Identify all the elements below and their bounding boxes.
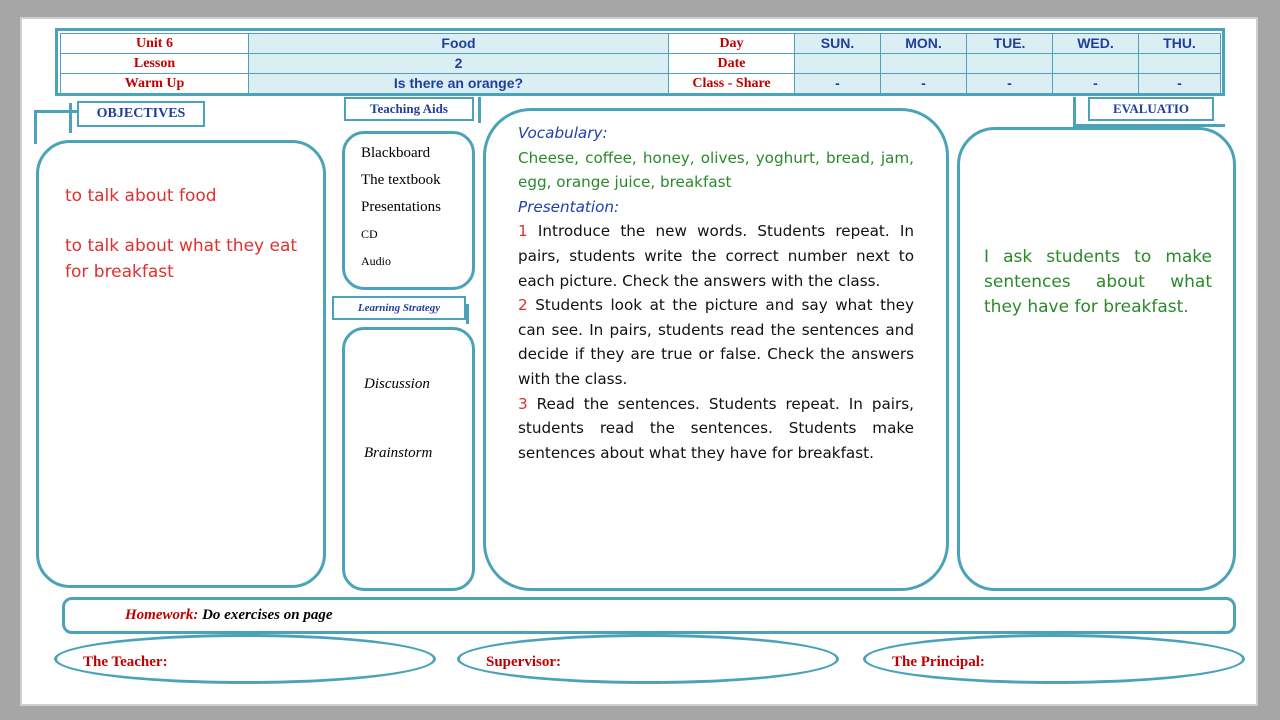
day-label: Day xyxy=(668,33,795,54)
strategy-item: Brainstorm xyxy=(364,445,433,461)
homework-bar: Homework: Do exercises on page xyxy=(62,597,1236,634)
presentation-heading: Presentation: xyxy=(518,197,620,216)
aid-item: CD xyxy=(361,227,378,241)
step-number: 3 xyxy=(518,394,528,413)
presentation-step: 3 Read the sentences. Students repeat. I… xyxy=(518,392,914,466)
objectives-connector xyxy=(69,103,72,133)
date-cell[interactable] xyxy=(880,53,967,74)
step-text: Students look at the picture and say wha… xyxy=(518,296,915,388)
step-number: 2 xyxy=(518,296,528,315)
learning-strategy-title: Learning Strategy xyxy=(332,296,466,320)
presentation-step: 2 Students look at the picture and say w… xyxy=(518,293,914,391)
day-wed: WED. xyxy=(1052,33,1139,54)
evaluation-title: EVALUATIO xyxy=(1088,97,1214,121)
presentation-step: 1 Introduce the new words. Students repe… xyxy=(518,219,914,293)
warmup-value: Is there an orange? xyxy=(248,73,669,94)
share-cell: - xyxy=(794,73,881,94)
strategy-connector xyxy=(466,304,469,324)
lesson-plan-page: Unit 6 Food Day SUN. MON. TUE. WED. THU.… xyxy=(20,17,1258,706)
header-row-warmup: Warm Up Is there an orange? Class - Shar… xyxy=(60,73,1221,94)
share-cell: - xyxy=(1052,73,1139,94)
class-share-label: Class - Share xyxy=(668,73,795,94)
date-cell[interactable] xyxy=(966,53,1053,74)
lesson-procedure-box: Vocabulary: Cheese, coffee, honey, olive… xyxy=(483,108,949,591)
teaching-aids-title: Teaching Aids xyxy=(344,97,474,121)
homework-text: Do exercises on page xyxy=(202,607,333,623)
step-text: Read the sentences. Students repeat. In … xyxy=(518,394,915,462)
share-cell: - xyxy=(966,73,1053,94)
aid-item: The textbook xyxy=(361,172,441,188)
objectives-title: OBJECTIVES xyxy=(77,101,205,127)
unit-value: Food xyxy=(248,33,669,54)
supervisor-label: Supervisor: xyxy=(486,654,561,670)
lesson-value: 2 xyxy=(248,53,669,74)
day-thu: THU. xyxy=(1138,33,1221,54)
date-label: Date xyxy=(668,53,795,74)
warmup-label: Warm Up xyxy=(60,73,249,94)
principal-signature[interactable]: The Principal: xyxy=(863,634,1245,684)
header-row-unit: Unit 6 Food Day SUN. MON. TUE. WED. THU. xyxy=(60,33,1221,54)
lesson-label: Lesson xyxy=(60,53,249,74)
share-cell: - xyxy=(1138,73,1221,94)
aid-item: Presentations xyxy=(361,199,441,215)
share-cell: - xyxy=(880,73,967,94)
teacher-signature[interactable]: The Teacher: xyxy=(54,634,436,684)
principal-label: The Principal: xyxy=(892,654,985,670)
supervisor-signature[interactable]: Supervisor: xyxy=(457,634,839,684)
objectives-box: to talk about food to talk about what th… xyxy=(36,140,326,588)
homework-label: Homework: xyxy=(125,607,199,623)
header-table: Unit 6 Food Day SUN. MON. TUE. WED. THU.… xyxy=(55,28,1225,96)
aids-connector xyxy=(478,97,481,123)
objectives-connector xyxy=(34,110,79,113)
learning-strategy-box: Discussion Brainstorm xyxy=(342,327,475,591)
teaching-aids-box: Blackboard The textbook Presentations CD… xyxy=(342,131,475,290)
objective-item: to talk about food xyxy=(65,186,217,206)
day-tue: TUE. xyxy=(966,33,1053,54)
day-mon: MON. xyxy=(880,33,967,54)
objectives-connector xyxy=(34,110,37,144)
vocabulary-words: Cheese, coffee, honey, olives, yoghurt, … xyxy=(518,148,914,192)
strategy-item: Discussion xyxy=(364,376,430,392)
aid-item: Audio xyxy=(361,254,391,268)
day-sun: SUN. xyxy=(794,33,881,54)
unit-label: Unit 6 xyxy=(60,33,249,54)
evaluation-box: I ask students to make sentences about w… xyxy=(957,127,1236,591)
evaluation-text: I ask students to make sentences about w… xyxy=(984,247,1212,317)
step-text: Introduce the new words. Students repeat… xyxy=(518,222,914,290)
aid-item: Blackboard xyxy=(361,145,431,161)
teacher-label: The Teacher: xyxy=(83,654,168,670)
date-cell[interactable] xyxy=(794,53,881,74)
date-cell[interactable] xyxy=(1138,53,1221,74)
evaluation-connector xyxy=(1073,97,1076,127)
vocabulary-heading: Vocabulary: xyxy=(518,124,608,142)
objective-item: to talk about what they eat for breakfas… xyxy=(65,236,298,282)
header-row-lesson: Lesson 2 Date xyxy=(60,53,1221,74)
date-cell[interactable] xyxy=(1052,53,1139,74)
step-number: 1 xyxy=(518,222,528,241)
